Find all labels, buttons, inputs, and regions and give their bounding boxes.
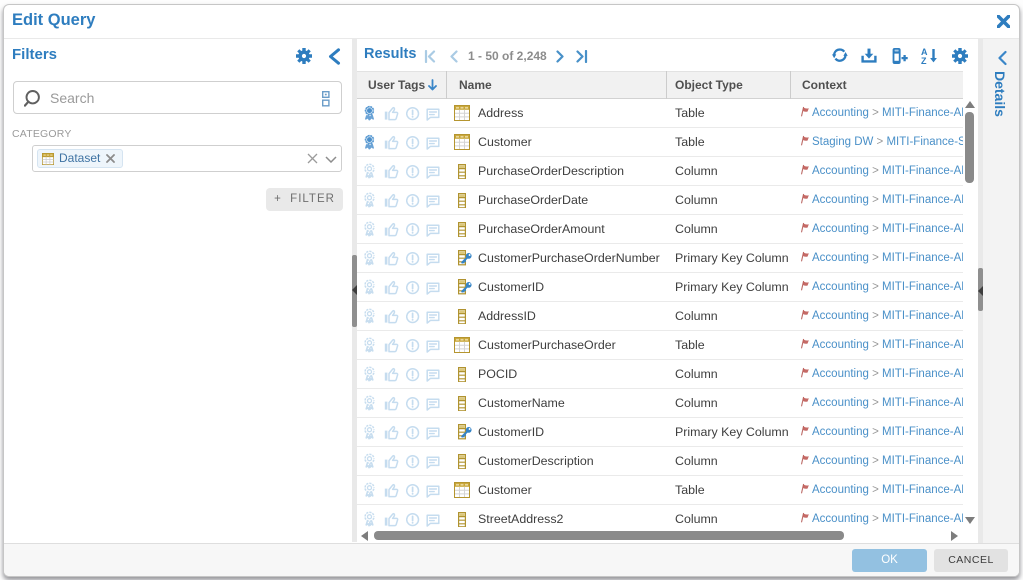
svg-text:Z: Z bbox=[921, 56, 927, 65]
